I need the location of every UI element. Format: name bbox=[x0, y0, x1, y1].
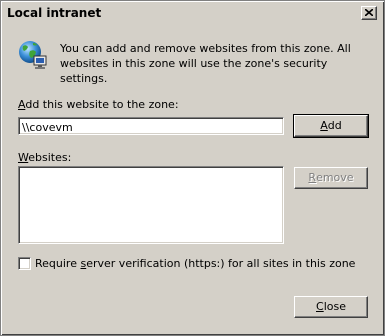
close-button-label: lose bbox=[323, 300, 346, 313]
dialog-window: Local intranet You can add and remove we… bbox=[0, 0, 385, 336]
add-button-access-key: A bbox=[320, 119, 328, 132]
remove-button[interactable]: Remove bbox=[294, 167, 368, 189]
require-verification-checkbox[interactable] bbox=[18, 257, 31, 270]
require-verification-label-start: Require bbox=[35, 257, 81, 270]
close-icon bbox=[365, 9, 373, 16]
add-site-label-text: dd this website to the zone: bbox=[25, 98, 179, 111]
websites-label-text: ebsites: bbox=[28, 151, 72, 164]
close-button[interactable]: Close bbox=[294, 296, 368, 318]
websites-label: Websites: bbox=[18, 151, 71, 164]
add-button-label: dd bbox=[327, 119, 342, 132]
window-title: Local intranet bbox=[7, 6, 102, 20]
website-input-box[interactable] bbox=[18, 117, 284, 135]
zone-description: You can add and remove websites from thi… bbox=[60, 42, 351, 85]
websites-list[interactable] bbox=[18, 166, 284, 244]
add-site-label: Add this website to the zone: bbox=[18, 98, 179, 111]
title-bar[interactable]: Local intranet bbox=[4, 4, 381, 22]
remove-button-access-key: R bbox=[308, 171, 317, 184]
websites-label-access-key: W bbox=[18, 151, 29, 164]
website-input[interactable] bbox=[22, 120, 272, 134]
close-button-access-key: C bbox=[316, 300, 324, 313]
close-window-button[interactable] bbox=[361, 6, 377, 20]
add-button[interactable]: Add bbox=[293, 114, 369, 138]
require-verification-label[interactable]: Require server verification (https:) for… bbox=[35, 257, 355, 270]
globe-network-icon bbox=[19, 41, 47, 69]
remove-button-label: emove bbox=[316, 171, 354, 184]
require-verification-label-end: erver verification (https:) for all site… bbox=[86, 257, 356, 270]
